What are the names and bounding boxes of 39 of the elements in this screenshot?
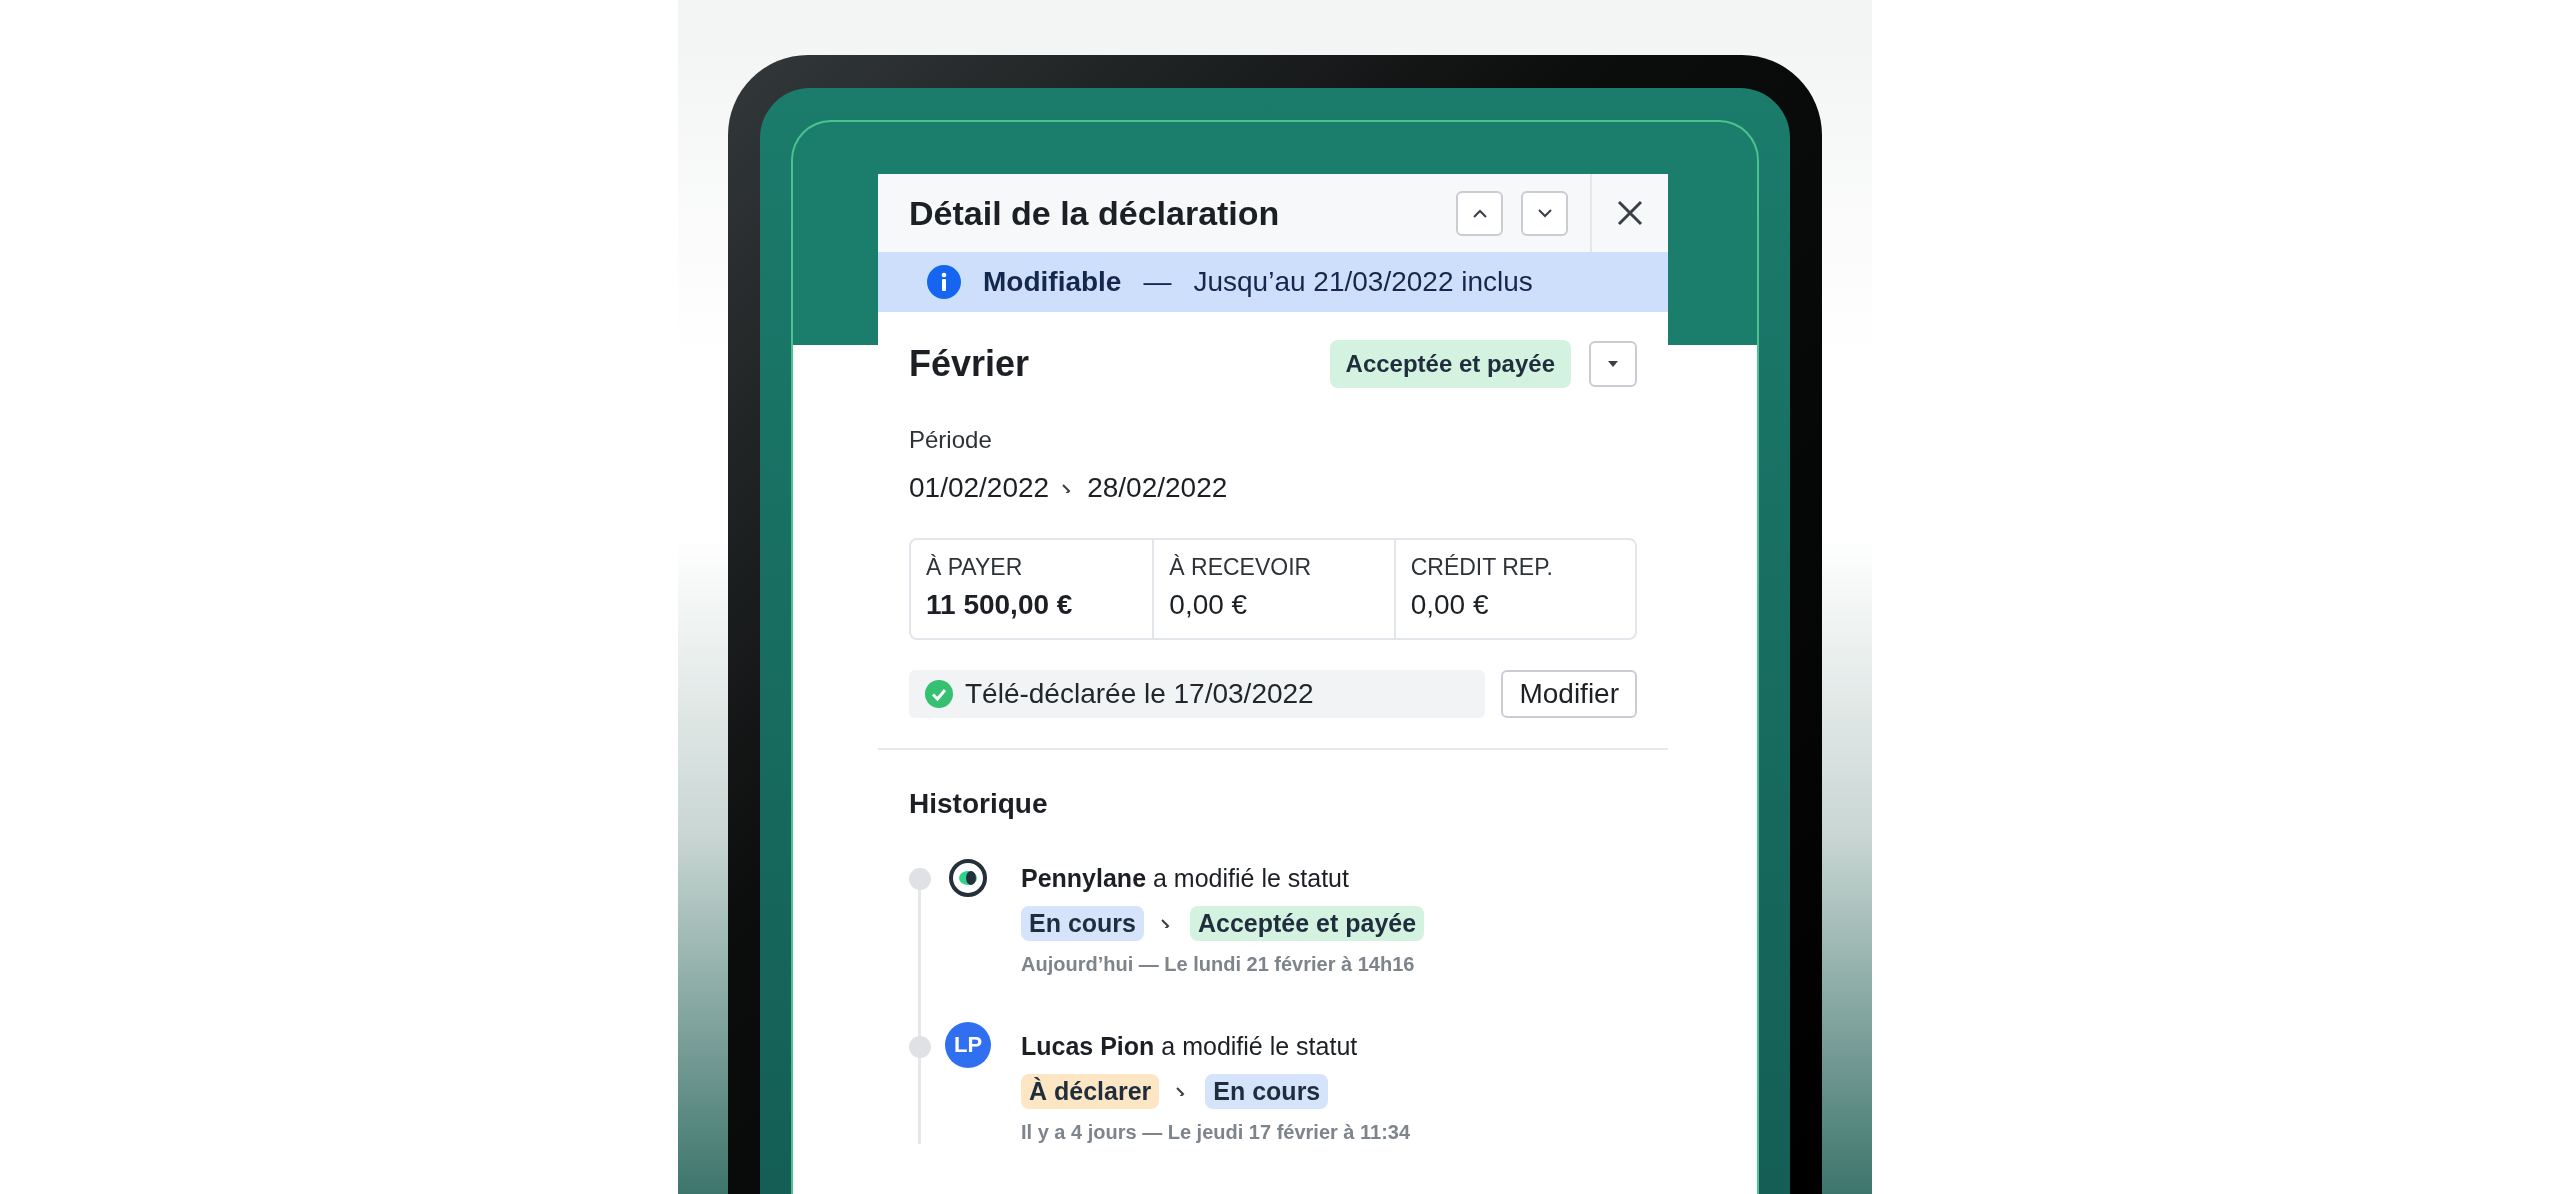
- filing-text: Télé-déclarée le 17/03/2022: [965, 678, 1314, 711]
- chevron-up-icon: [1472, 208, 1487, 218]
- amount-label: CRÉDIT REP.: [1410, 554, 1554, 582]
- banner-label: Modifiable: [983, 266, 1122, 299]
- amount-label: À PAYER: [926, 554, 1024, 582]
- period-label: Période: [909, 426, 993, 455]
- banner-text: Jusqu’au 21/03/2022 inclus: [1193, 266, 1533, 299]
- info-icon: [927, 265, 961, 300]
- close-icon: [1617, 200, 1643, 226]
- history-title: Historique: [909, 788, 1049, 820]
- timeline-dot: [909, 868, 931, 890]
- status-tag: Acceptée et payée: [1329, 340, 1571, 389]
- status-tag: Acceptée et payée: [1190, 906, 1425, 941]
- period-end: 28/02/2022: [1087, 472, 1228, 505]
- caret-icon: [1607, 361, 1619, 368]
- banner-separator: —: [1143, 266, 1172, 299]
- history-text: Pennylane a modifié le statut: [1021, 863, 1350, 894]
- logo-avatar-icon: [948, 858, 988, 898]
- status-tag: À déclarer: [1021, 1074, 1160, 1109]
- period-start: 01/02/2022: [909, 472, 1050, 505]
- history-time: Aujourd’hui — Le lundi 21 février à 14h16: [1021, 953, 1416, 976]
- check-circle-icon: [925, 680, 953, 709]
- next-button[interactable]: [1521, 190, 1568, 236]
- history-time: Il y a 4 jours — Le jeudi 17 février à 11:34: [1021, 1121, 1412, 1144]
- previous-button[interactable]: [1456, 190, 1503, 236]
- amount-value: 0,00 €: [1169, 589, 1249, 622]
- user-avatar: LP: [945, 1022, 991, 1068]
- status-dropdown-button[interactable]: [1589, 341, 1637, 388]
- amount-label: À RECEVOIR: [1169, 554, 1313, 582]
- timeline-dot: [909, 1036, 931, 1058]
- amount-value: 0,00 €: [1410, 589, 1490, 622]
- history-text: Lucas Pion a modifié le statut: [1021, 1031, 1359, 1062]
- panel-title: Détail de la déclaration: [909, 193, 1281, 233]
- modify-button[interactable]: Modifier: [1501, 670, 1637, 719]
- chevron-down-icon: [1537, 208, 1552, 218]
- status-tag: En cours: [1205, 1074, 1329, 1109]
- status-tag: En cours: [1021, 906, 1144, 941]
- declaration-title: Février: [909, 343, 1031, 386]
- amount-value: 11 500,00 €: [926, 589, 1074, 622]
